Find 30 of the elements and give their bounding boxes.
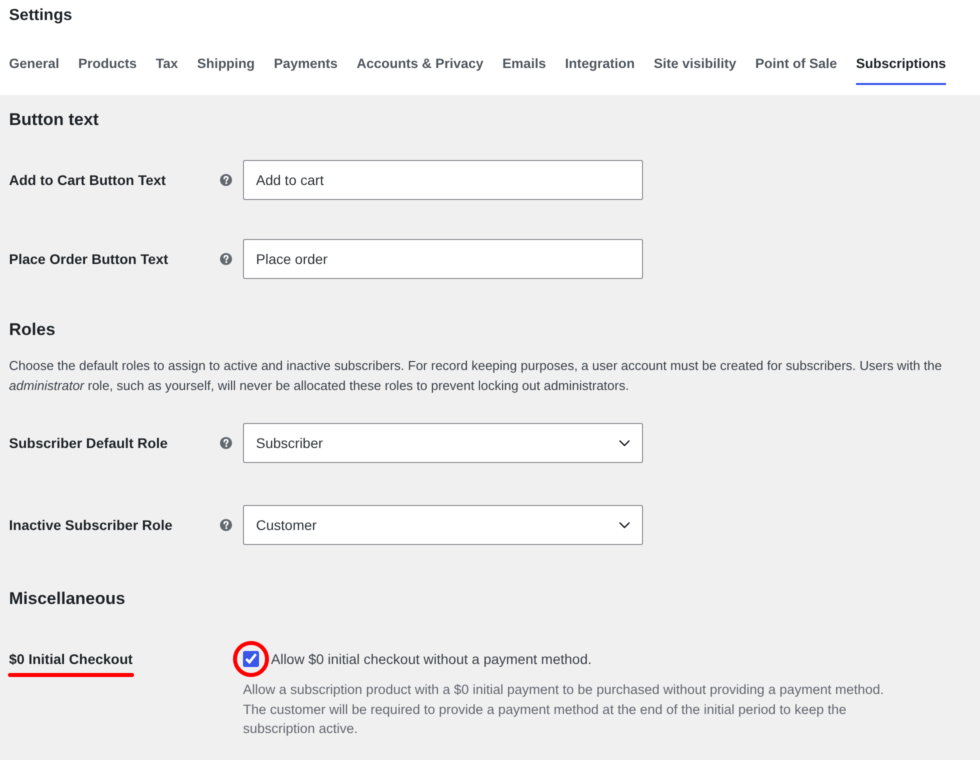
section-description: Choose the default roles to assign to active and inactive subscribers. For record keeping purposes, a user account must be created for subscribers. Users with the administrator role, such as yourself, will never be allocated these roles to prevent locking out administrators.: [9, 357, 943, 395]
nav-tab[interactable]: Accounts & Privacy: [356, 44, 484, 85]
nav-tab[interactable]: Products: [78, 44, 137, 85]
nav-tab[interactable]: Point of Sale: [755, 44, 837, 85]
section-heading: Roles: [9, 320, 56, 340]
nav-tab[interactable]: Integration: [564, 44, 635, 85]
select-field[interactable]: Subscriber: [243, 423, 643, 463]
section-heading: Miscellaneous: [9, 589, 126, 609]
checkbox-label: Allow $0 initial checkout without a payment method.: [271, 650, 592, 669]
nav-tab[interactable]: Emails: [502, 44, 546, 85]
section-heading: Button text: [9, 110, 100, 130]
nav-tab[interactable]: Subscriptions: [856, 44, 946, 85]
chevron-down-icon: [619, 522, 630, 528]
nav-tab[interactable]: Shipping: [197, 44, 255, 85]
checkbox[interactable]: [243, 651, 259, 667]
field-description: Allow a subscription product with a $0 initial payment to be purchased without providing a payment method. The customer will be required to provide a payment method at the end of the initial period to keep the subscription active.: [243, 681, 885, 738]
nav-tab[interactable]: Payments: [274, 44, 338, 85]
field-label: $0 Initial Checkout: [9, 650, 133, 669]
select-field[interactable]: Customer: [243, 505, 643, 545]
nav-tab[interactable]: Tax: [156, 44, 178, 85]
field-label: Place Order Button Text: [9, 250, 170, 268]
nav-tab[interactable]: Site visibility: [654, 44, 736, 85]
field-label: Subscriber Default Role: [9, 434, 169, 452]
text-field[interactable]: Place order: [243, 239, 643, 279]
page-title: Settings: [9, 6, 74, 26]
field-label: Add to Cart Button Text: [9, 170, 167, 190]
chevron-down-icon: [619, 440, 630, 446]
field-label: Inactive Subscriber Role: [9, 516, 174, 534]
nav-tab[interactable]: General: [9, 44, 60, 85]
text-field[interactable]: Add to cart: [243, 160, 643, 200]
